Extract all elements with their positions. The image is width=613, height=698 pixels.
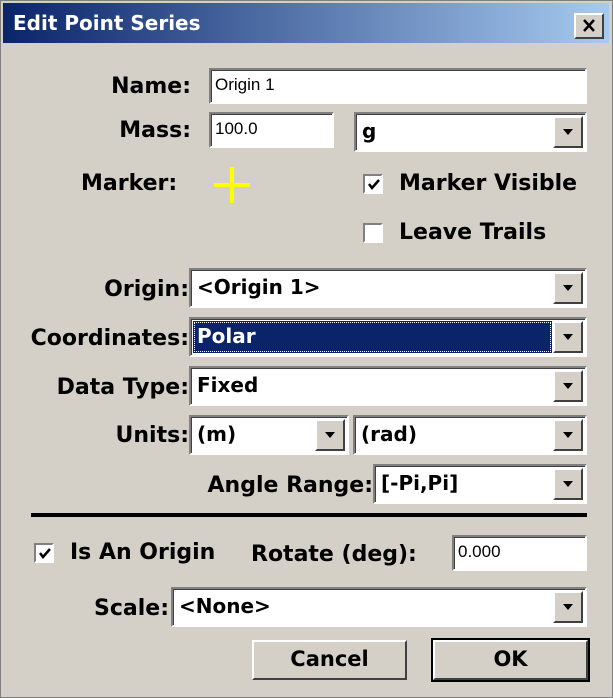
chevron-down-icon bbox=[563, 383, 573, 389]
coordinates-dropdown-button[interactable] bbox=[553, 321, 583, 353]
rotate-label: Rotate (deg): bbox=[251, 542, 417, 567]
mass-unit-dropdown-button[interactable] bbox=[553, 116, 583, 148]
units-angle-select[interactable]: (rad) bbox=[353, 415, 587, 455]
is-an-origin-label: Is An Origin bbox=[70, 540, 216, 565]
origin-label: Origin: bbox=[104, 277, 189, 302]
units-length-dropdown-button[interactable] bbox=[315, 419, 345, 451]
units-angle-dropdown-button[interactable] bbox=[553, 419, 583, 451]
angle-range-dropdown-button[interactable] bbox=[553, 468, 583, 500]
mass-label: Mass: bbox=[119, 118, 191, 143]
marker-visible-checkbox[interactable] bbox=[363, 174, 383, 194]
units-label: Units: bbox=[115, 423, 189, 448]
chevron-down-icon bbox=[563, 285, 573, 291]
leave-trails-label: Leave Trails bbox=[399, 220, 547, 245]
name-label: Name: bbox=[111, 74, 191, 99]
units-length-select[interactable]: (m) bbox=[189, 415, 349, 455]
close-icon bbox=[583, 19, 595, 32]
cancel-button[interactable]: Cancel bbox=[252, 640, 407, 680]
coordinates-value: Polar bbox=[193, 321, 552, 353]
chevron-down-icon bbox=[325, 432, 335, 438]
chevron-down-icon bbox=[563, 129, 573, 135]
edit-point-series-dialog: Edit Point Series Name: Origin 1 Mass: 1… bbox=[0, 0, 613, 698]
chevron-down-icon bbox=[563, 604, 573, 610]
coordinates-label: Coordinates: bbox=[30, 326, 189, 351]
angle-range-select[interactable]: [-Pi,Pi] bbox=[373, 464, 587, 504]
leave-trails-checkbox[interactable] bbox=[363, 223, 383, 243]
title-bar[interactable]: Edit Point Series bbox=[3, 3, 609, 43]
coordinates-select[interactable]: Polar bbox=[189, 317, 587, 357]
angle-range-label: Angle Range: bbox=[207, 473, 373, 498]
mass-unit-value: g bbox=[362, 119, 377, 143]
origin-select[interactable]: <Origin 1> bbox=[189, 268, 587, 308]
window-title: Edit Point Series bbox=[13, 11, 201, 35]
origin-dropdown-button[interactable] bbox=[553, 272, 583, 304]
scale-value: <None> bbox=[179, 594, 271, 618]
data-type-value: Fixed bbox=[197, 373, 259, 397]
marker-visible-label: Marker Visible bbox=[399, 171, 578, 196]
checkmark-icon bbox=[39, 548, 51, 559]
scale-dropdown-button[interactable] bbox=[553, 591, 583, 623]
mass-unit-select[interactable]: g bbox=[354, 112, 587, 152]
chevron-down-icon bbox=[563, 334, 573, 340]
name-input[interactable]: Origin 1 bbox=[209, 68, 587, 104]
scale-select[interactable]: <None> bbox=[171, 587, 587, 627]
chevron-down-icon bbox=[563, 432, 573, 438]
origin-value: <Origin 1> bbox=[197, 275, 321, 299]
mass-input[interactable]: 100.0 bbox=[209, 112, 334, 148]
rotate-input[interactable]: 0.000 bbox=[452, 535, 587, 571]
separator-line bbox=[31, 513, 587, 517]
scale-label: Scale: bbox=[94, 596, 169, 621]
data-type-dropdown-button[interactable] bbox=[553, 370, 583, 402]
close-button[interactable] bbox=[574, 13, 604, 39]
rotate-value: 0.000 bbox=[458, 542, 501, 561]
marker-label: Marker: bbox=[81, 171, 178, 196]
mass-value: 100.0 bbox=[215, 119, 258, 138]
units-length-value: (m) bbox=[197, 422, 237, 446]
units-angle-value: (rad) bbox=[361, 422, 417, 446]
data-type-select[interactable]: Fixed bbox=[189, 366, 587, 406]
ok-button[interactable]: OK bbox=[431, 638, 590, 682]
data-type-label: Data Type: bbox=[56, 375, 189, 400]
chevron-down-icon bbox=[563, 481, 573, 487]
marker-cross-icon[interactable] bbox=[211, 164, 253, 206]
checkmark-icon bbox=[368, 179, 380, 190]
name-value: Origin 1 bbox=[215, 75, 275, 94]
is-an-origin-checkbox[interactable] bbox=[34, 543, 54, 563]
angle-range-value: [-Pi,Pi] bbox=[381, 471, 459, 495]
